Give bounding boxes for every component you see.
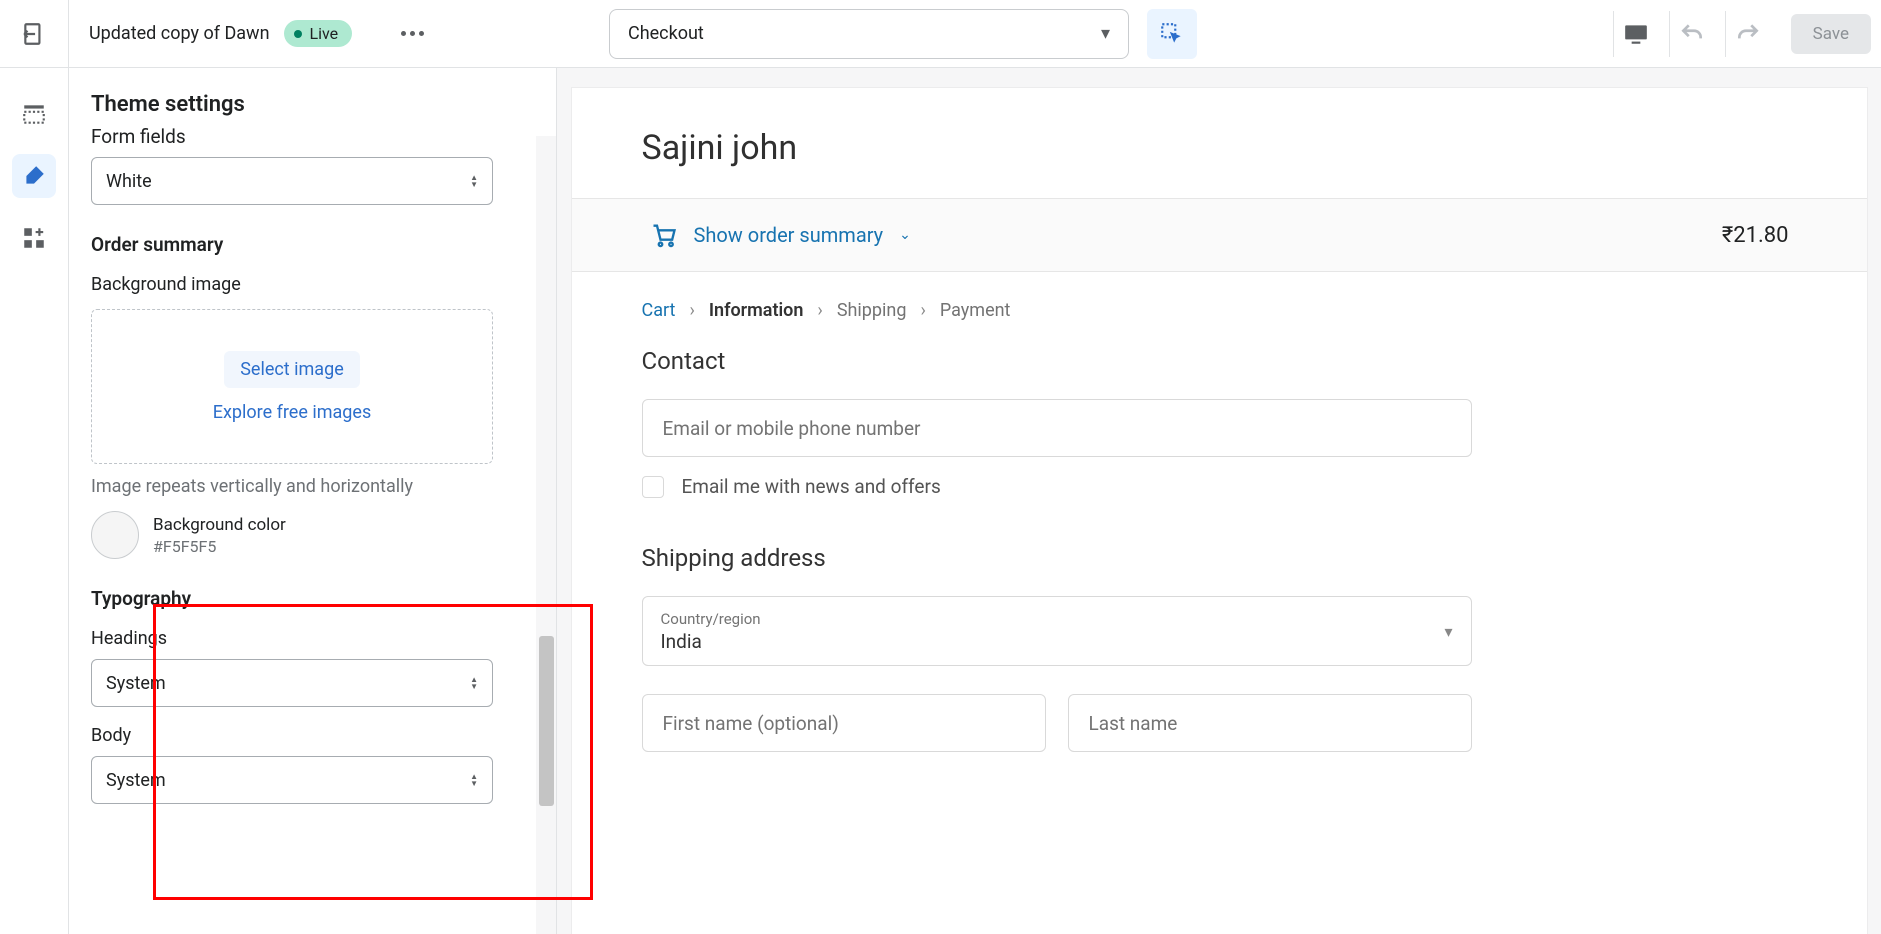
ellipsis-icon bbox=[401, 31, 424, 36]
newsletter-checkbox[interactable] bbox=[642, 476, 664, 498]
chevron-right-icon: › bbox=[817, 300, 822, 321]
redo-button[interactable] bbox=[1725, 11, 1771, 57]
background-color-swatch[interactable] bbox=[91, 511, 139, 559]
save-button[interactable]: Save bbox=[1791, 14, 1871, 54]
contact-heading: Contact bbox=[572, 321, 1867, 389]
device-preview-button[interactable] bbox=[1613, 11, 1659, 57]
headings-label: Headings bbox=[91, 628, 534, 649]
email-field[interactable]: Email or mobile phone number bbox=[642, 399, 1472, 457]
chevron-right-icon: › bbox=[920, 300, 925, 321]
background-image-picker[interactable]: Select image Explore free images bbox=[91, 309, 493, 464]
order-total: ₹21.80 bbox=[1722, 223, 1789, 248]
select-caret-icon: ▲▼ bbox=[470, 773, 478, 787]
form-fields-select[interactable]: White ▲▼ bbox=[91, 157, 493, 205]
breadcrumb: Cart › Information › Shipping › Payment bbox=[572, 272, 1867, 321]
panel-title: Theme settings bbox=[69, 68, 556, 127]
country-value: India bbox=[661, 630, 761, 653]
country-label: Country/region bbox=[661, 610, 761, 628]
paintbrush-icon bbox=[21, 163, 47, 189]
country-select[interactable]: Country/region India ▾ bbox=[642, 596, 1472, 666]
select-caret-icon: ▲▼ bbox=[470, 174, 478, 188]
page-selector[interactable]: Checkout ▾ bbox=[609, 9, 1129, 59]
inspector-icon bbox=[1159, 21, 1185, 47]
background-image-label: Background image bbox=[91, 274, 534, 295]
image-repeat-help: Image repeats vertically and horizontall… bbox=[91, 476, 534, 497]
breadcrumb-payment: Payment bbox=[940, 300, 1011, 321]
page-selector-label: Checkout bbox=[628, 23, 704, 44]
body-value: System bbox=[106, 770, 166, 791]
newsletter-label: Email me with news and offers bbox=[682, 475, 941, 498]
background-color-row[interactable]: Background color #F5F5F5 bbox=[91, 511, 534, 559]
typography-heading: Typography bbox=[91, 587, 534, 610]
background-color-label: Background color bbox=[153, 515, 286, 535]
body-select[interactable]: System ▲▼ bbox=[91, 756, 493, 804]
theme-settings-tab[interactable] bbox=[12, 154, 56, 198]
redo-icon bbox=[1735, 21, 1761, 47]
chevron-down-icon: ⌄ bbox=[899, 227, 911, 243]
background-color-hex: #F5F5F5 bbox=[153, 537, 286, 556]
order-summary-heading: Order summary bbox=[91, 233, 534, 256]
form-fields-label: Form fields bbox=[91, 127, 534, 147]
select-image-button[interactable]: Select image bbox=[224, 351, 360, 388]
headings-value: System bbox=[106, 673, 166, 694]
store-name: Sajini john bbox=[572, 88, 1867, 198]
chevron-right-icon: › bbox=[689, 300, 694, 321]
order-summary-toggle[interactable]: Show order summary ⌄ ₹21.80 bbox=[572, 198, 1867, 272]
form-fields-value: White bbox=[106, 171, 152, 192]
breadcrumb-shipping: Shipping bbox=[837, 300, 907, 321]
last-name-field[interactable]: Last name bbox=[1068, 694, 1472, 752]
sections-icon bbox=[21, 101, 47, 127]
breadcrumb-information: Information bbox=[709, 300, 804, 321]
undo-button[interactable] bbox=[1669, 11, 1715, 57]
exit-editor-button[interactable] bbox=[0, 0, 69, 68]
headings-select[interactable]: System ▲▼ bbox=[91, 659, 493, 707]
breadcrumb-cart[interactable]: Cart bbox=[642, 300, 676, 321]
order-summary-label: Show order summary bbox=[694, 223, 884, 247]
panel-scrollbar[interactable] bbox=[536, 136, 556, 934]
more-menu-button[interactable] bbox=[392, 14, 432, 54]
inspector-button[interactable] bbox=[1147, 9, 1197, 59]
app-embeds-tab[interactable] bbox=[12, 216, 56, 260]
select-caret-icon: ▲▼ bbox=[470, 676, 478, 690]
live-status-badge: Live bbox=[284, 20, 353, 47]
body-label: Body bbox=[91, 725, 534, 746]
sections-tab[interactable] bbox=[12, 92, 56, 136]
desktop-icon bbox=[1623, 21, 1649, 47]
scrollbar-thumb[interactable] bbox=[539, 636, 554, 806]
app-blocks-icon bbox=[21, 225, 47, 251]
caret-down-icon: ▾ bbox=[1444, 622, 1452, 641]
first-name-field[interactable]: First name (optional) bbox=[642, 694, 1046, 752]
shipping-heading: Shipping address bbox=[572, 498, 1867, 586]
caret-down-icon: ▾ bbox=[1101, 23, 1110, 44]
exit-icon bbox=[21, 21, 47, 47]
checkout-preview: Sajini john Show order summary ⌄ ₹21.80 … bbox=[572, 88, 1867, 934]
theme-name: Updated copy of Dawn bbox=[89, 23, 270, 44]
cart-icon bbox=[650, 221, 678, 249]
undo-icon bbox=[1679, 21, 1705, 47]
explore-images-link[interactable]: Explore free images bbox=[213, 402, 372, 423]
